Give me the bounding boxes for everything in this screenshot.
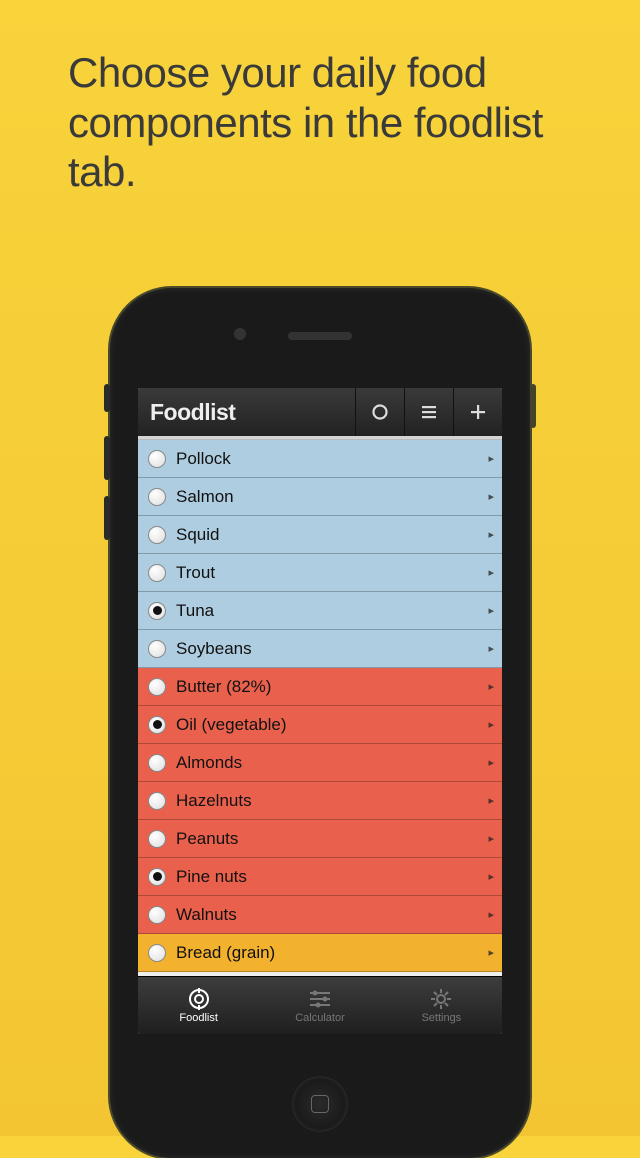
tab-label: Foodlist [179,1012,218,1024]
home-button[interactable] [292,1076,348,1132]
disclosure-arrow-icon: ▸ [488,490,494,503]
food-row[interactable]: Oil (vegetable) ▸ [138,706,502,744]
food-row[interactable]: Soybeans ▸ [138,630,502,668]
food-row[interactable]: Butter (82%) ▸ [138,668,502,706]
food-row[interactable]: Hazelnuts ▸ [138,782,502,820]
food-row[interactable]: Squid ▸ [138,516,502,554]
selection-radio[interactable] [148,906,166,924]
disclosure-arrow-icon: ▸ [488,642,494,655]
plus-icon [468,402,488,422]
food-label: Salmon [176,487,484,507]
disclosure-arrow-icon: ▸ [488,832,494,845]
selection-radio[interactable] [148,602,166,620]
food-label: Oil (vegetable) [176,715,484,735]
disclosure-arrow-icon: ▸ [488,718,494,731]
selection-radio[interactable] [148,754,166,772]
power-button [530,384,536,428]
food-row[interactable]: Almonds ▸ [138,744,502,782]
food-row[interactable]: Tuna ▸ [138,592,502,630]
add-button[interactable] [454,388,502,436]
food-row[interactable]: Pine nuts ▸ [138,858,502,896]
selection-radio[interactable] [148,830,166,848]
food-label: Walnuts [176,905,484,925]
food-label: Pollock [176,449,484,469]
phone-camera [234,328,246,340]
page-title: Foodlist [138,388,355,436]
disclosure-arrow-icon: ▸ [488,452,494,465]
disclosure-arrow-icon: ▸ [488,604,494,617]
tab-label: Settings [421,1012,461,1024]
food-row[interactable]: Bread (grain) ▸ [138,934,502,972]
food-list[interactable]: Pollock▸Salmon▸Squid▸Trout▸Tuna▸Soybeans… [138,440,502,972]
disclosure-arrow-icon: ▸ [488,528,494,541]
selection-radio[interactable] [148,678,166,696]
selection-radio[interactable] [148,944,166,962]
disclosure-arrow-icon: ▸ [488,870,494,883]
tab-label: Calculator [295,1012,345,1024]
selection-radio[interactable] [148,526,166,544]
selection-radio[interactable] [148,450,166,468]
filter-circle-button[interactable] [356,388,404,436]
selection-radio[interactable] [148,640,166,658]
food-row[interactable]: Peanuts ▸ [138,820,502,858]
calculator-icon [308,988,332,1010]
top-bar: Foodlist [138,388,502,436]
food-label: Pine nuts [176,867,484,887]
food-row[interactable]: Pollock ▸ [138,440,502,478]
volume-up-button [104,436,110,480]
menu-icon [419,402,439,422]
circle-icon [370,402,390,422]
disclosure-arrow-icon: ▸ [488,566,494,579]
selection-radio[interactable] [148,716,166,734]
disclosure-arrow-icon: ▸ [488,756,494,769]
food-label: Almonds [176,753,484,773]
food-label: Squid [176,525,484,545]
foodlist-icon [187,988,211,1010]
mute-switch [104,384,110,412]
promo-headline: Choose your daily food components in the… [68,48,572,197]
tab-settings[interactable]: Settings [381,977,502,1034]
disclosure-arrow-icon: ▸ [488,794,494,807]
settings-icon [429,988,453,1010]
selection-radio[interactable] [148,868,166,886]
food-label: Hazelnuts [176,791,484,811]
food-label: Butter (82%) [176,677,484,697]
disclosure-arrow-icon: ▸ [488,908,494,921]
food-label: Soybeans [176,639,484,659]
food-label: Tuna [176,601,484,621]
selection-radio[interactable] [148,564,166,582]
tab-foodlist[interactable]: Foodlist [138,977,259,1034]
phone-screen: Foodlist Pollock▸Salm [138,388,502,1034]
phone-frame: Foodlist Pollock▸Salm [110,288,530,1158]
menu-button[interactable] [405,388,453,436]
selection-radio[interactable] [148,488,166,506]
tab-bar: Foodlist Calculator [138,976,502,1034]
volume-down-button [104,496,110,540]
disclosure-arrow-icon: ▸ [488,946,494,959]
food-label: Peanuts [176,829,484,849]
food-label: Bread (grain) [176,943,484,963]
disclosure-arrow-icon: ▸ [488,680,494,693]
phone-speaker [288,332,352,340]
food-row[interactable]: Trout ▸ [138,554,502,592]
selection-radio[interactable] [148,792,166,810]
food-label: Trout [176,563,484,583]
food-row[interactable]: Salmon ▸ [138,478,502,516]
food-row[interactable]: Walnuts ▸ [138,896,502,934]
tab-calculator[interactable]: Calculator [259,977,380,1034]
